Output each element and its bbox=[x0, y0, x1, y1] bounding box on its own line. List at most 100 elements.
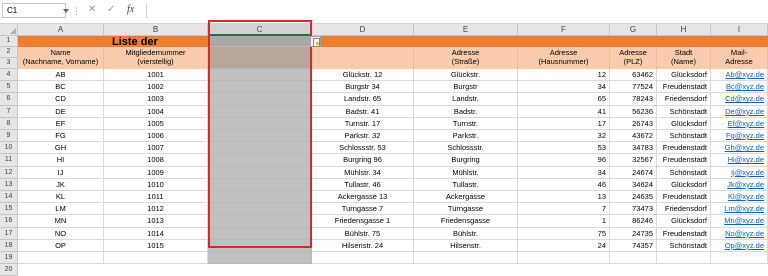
member-number-cell[interactable]: 1008 bbox=[104, 154, 208, 167]
name-cell[interactable]: EF bbox=[18, 117, 104, 130]
empty-cell[interactable] bbox=[18, 252, 104, 265]
member-number-cell[interactable]: 1002 bbox=[104, 81, 208, 94]
formula-input[interactable] bbox=[146, 3, 767, 18]
zip-cell[interactable]: 24674 bbox=[610, 166, 657, 179]
zip-cell[interactable]: 86246 bbox=[610, 215, 657, 228]
house-number-cell[interactable]: 17 bbox=[518, 117, 610, 130]
email-link[interactable]: Gh@xyz.de bbox=[711, 142, 768, 155]
full-address-cell[interactable]: Schlossstr. 53 bbox=[312, 142, 414, 155]
title-cell[interactable] bbox=[414, 36, 518, 47]
city-cell[interactable]: Freudenstadt bbox=[657, 191, 711, 204]
column-title-cell[interactable]: Mitgliedernummer (vierstellig) bbox=[104, 47, 208, 69]
column-header-d[interactable]: D bbox=[312, 24, 414, 36]
title-cell[interactable] bbox=[518, 36, 610, 47]
empty-cell[interactable] bbox=[414, 252, 518, 265]
city-cell[interactable]: Friedensdorf bbox=[657, 93, 711, 106]
house-number-cell[interactable]: 1 bbox=[518, 215, 610, 228]
email-link[interactable]: Mn@xyz.de bbox=[711, 215, 768, 228]
city-cell[interactable]: Freudenstadt bbox=[657, 154, 711, 167]
row-header[interactable]: 8 bbox=[0, 117, 18, 130]
zip-cell[interactable]: 32567 bbox=[610, 154, 657, 167]
row-header[interactable]: 2 bbox=[0, 47, 18, 58]
empty-cell[interactable] bbox=[711, 252, 768, 265]
row-header[interactable]: 13 bbox=[0, 178, 18, 191]
full-address-cell[interactable]: Glückstr. 12 bbox=[312, 69, 414, 82]
column-header-b[interactable]: B bbox=[104, 24, 208, 36]
street-cell[interactable]: Turnstr. bbox=[414, 117, 518, 130]
street-cell[interactable]: Friedensgasse bbox=[414, 215, 518, 228]
email-link[interactable]: Jk@xyz.de bbox=[711, 178, 768, 191]
member-number-cell[interactable]: 1012 bbox=[104, 203, 208, 216]
street-cell[interactable]: Mühlstr. bbox=[414, 166, 518, 179]
city-cell[interactable]: Glücksdorf bbox=[657, 178, 711, 191]
email-link[interactable]: Ab@xyz.de bbox=[711, 69, 768, 82]
city-cell[interactable]: Freudenstadt bbox=[657, 81, 711, 94]
name-cell[interactable]: AB bbox=[18, 69, 104, 82]
column-title-cell[interactable] bbox=[312, 47, 414, 69]
email-link[interactable]: Hi@xyz.de bbox=[711, 154, 768, 167]
full-address-cell[interactable]: Bühlstr. 75 bbox=[312, 227, 414, 240]
row-header[interactable]: 5 bbox=[0, 81, 18, 94]
zip-cell[interactable]: 24635 bbox=[610, 191, 657, 204]
drag-handle-icon[interactable]: ⋮ bbox=[72, 6, 81, 16]
full-address-cell[interactable]: Burgring 96 bbox=[312, 154, 414, 167]
street-cell[interactable]: Glückstr. bbox=[414, 69, 518, 82]
empty-cell[interactable] bbox=[657, 252, 711, 265]
row-header[interactable]: 7 bbox=[0, 105, 18, 118]
member-number-cell[interactable]: 1013 bbox=[104, 215, 208, 228]
row-header[interactable]: 18 bbox=[0, 239, 18, 252]
email-link[interactable]: Ij@xyz.de bbox=[711, 166, 768, 179]
house-number-cell[interactable]: 24 bbox=[518, 239, 610, 252]
street-cell[interactable]: Badstr. bbox=[414, 105, 518, 118]
column-header-i[interactable]: I bbox=[711, 24, 768, 36]
name-cell[interactable]: IJ bbox=[18, 166, 104, 179]
paste-options-icon[interactable] bbox=[310, 36, 321, 47]
row-header[interactable]: 10 bbox=[0, 142, 18, 155]
email-link[interactable]: Bc@xyz.de bbox=[711, 81, 768, 94]
city-cell[interactable]: Glücksdorf bbox=[657, 117, 711, 130]
street-cell[interactable]: Landstr. bbox=[414, 93, 518, 106]
row-header[interactable]: 14 bbox=[0, 191, 18, 204]
member-number-cell[interactable]: 1006 bbox=[104, 130, 208, 143]
city-cell[interactable]: Schönstadt bbox=[657, 105, 711, 118]
name-cell[interactable]: LM bbox=[18, 203, 104, 216]
street-cell[interactable]: Schlossstr. bbox=[414, 142, 518, 155]
house-number-cell[interactable]: 7 bbox=[518, 203, 610, 216]
name-cell[interactable]: MN bbox=[18, 215, 104, 228]
full-address-cell[interactable]: Parkstr. 32 bbox=[312, 130, 414, 143]
name-cell[interactable]: JK bbox=[18, 178, 104, 191]
zip-cell[interactable]: 26743 bbox=[610, 117, 657, 130]
house-number-cell[interactable]: 41 bbox=[518, 105, 610, 118]
row-header[interactable]: 11 bbox=[0, 154, 18, 167]
name-cell[interactable]: NO bbox=[18, 227, 104, 240]
column-header-f[interactable]: F bbox=[518, 24, 610, 36]
column-title-cell[interactable]: Mail- Adresse bbox=[711, 47, 768, 69]
house-number-cell[interactable]: 65 bbox=[518, 93, 610, 106]
house-number-cell[interactable]: 13 bbox=[518, 191, 610, 204]
house-number-cell[interactable]: 75 bbox=[518, 227, 610, 240]
zip-cell[interactable]: 24735 bbox=[610, 227, 657, 240]
empty-cell[interactable] bbox=[104, 252, 208, 265]
column-header-g[interactable]: G bbox=[610, 24, 657, 36]
name-cell[interactable]: GH bbox=[18, 142, 104, 155]
street-cell[interactable]: Tullastr. bbox=[414, 178, 518, 191]
zip-cell[interactable]: 56236 bbox=[610, 105, 657, 118]
house-number-cell[interactable]: 32 bbox=[518, 130, 610, 143]
city-cell[interactable]: Glücksdorf bbox=[657, 69, 711, 82]
row-header[interactable]: 9 bbox=[0, 130, 18, 143]
name-box[interactable]: C1 bbox=[2, 3, 69, 18]
house-number-cell[interactable]: 53 bbox=[518, 142, 610, 155]
full-address-cell[interactable]: Tullastr. 46 bbox=[312, 178, 414, 191]
chevron-down-icon[interactable] bbox=[63, 9, 69, 13]
street-cell[interactable]: Turngasse bbox=[414, 203, 518, 216]
house-number-cell[interactable]: 96 bbox=[518, 154, 610, 167]
member-number-cell[interactable]: 1009 bbox=[104, 166, 208, 179]
column-title-cell[interactable]: Adresse (PLZ) bbox=[610, 47, 657, 69]
full-address-cell[interactable]: Turnstr. 17 bbox=[312, 117, 414, 130]
member-number-cell[interactable]: 1007 bbox=[104, 142, 208, 155]
city-cell[interactable]: Schönstadt bbox=[657, 130, 711, 143]
zip-cell[interactable]: 63462 bbox=[610, 69, 657, 82]
zip-cell[interactable]: 73473 bbox=[610, 203, 657, 216]
name-cell[interactable]: DE bbox=[18, 105, 104, 118]
street-cell[interactable]: Parkstr. bbox=[414, 130, 518, 143]
